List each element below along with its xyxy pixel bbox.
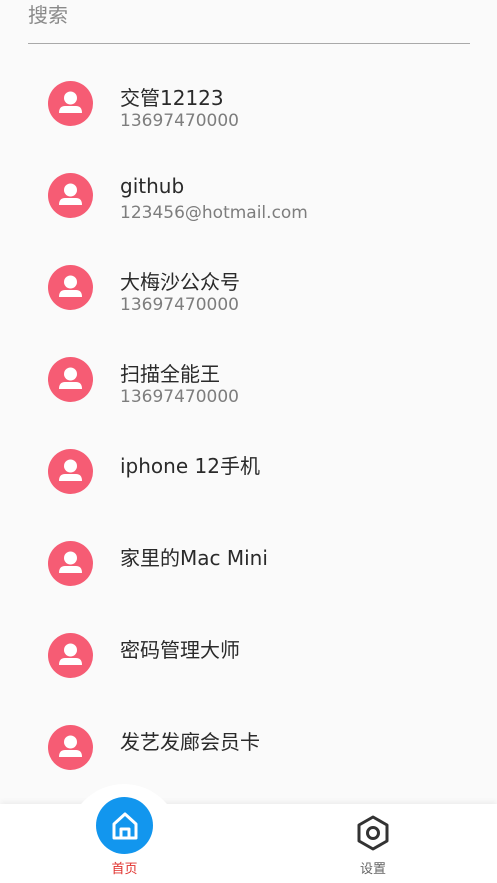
user-avatar-icon [48,81,93,126]
list-item[interactable]: github 123456@hotmail.com [0,150,497,242]
home-icon [112,812,137,839]
item-title: iphone 12手机 [120,454,260,478]
settings-icon [357,815,389,851]
user-avatar-icon [48,357,93,402]
user-avatar-icon [48,173,93,218]
list-item[interactable]: 大梅沙公众号 13697470000 [0,242,497,334]
list-item[interactable]: 发艺发廊会员卡 [0,702,497,794]
tab-home[interactable] [96,797,153,854]
list-item[interactable]: 家里的Mac Mini [0,518,497,610]
list-item[interactable]: 交管12123 13697470000 [0,58,497,150]
item-subtitle: 13697470000 [120,387,239,407]
app-screen: 交管12123 13697470000 github 123456@hotmai… [0,0,497,883]
tab-home-label[interactable]: 首页 [96,858,153,877]
user-avatar-icon [48,265,93,310]
user-avatar-icon [48,449,93,494]
search-bar [28,0,470,44]
user-avatar-icon [48,633,93,678]
search-input[interactable] [28,0,470,30]
account-list: 交管12123 13697470000 github 123456@hotmai… [0,58,497,794]
list-item[interactable]: 扫描全能王 13697470000 [0,334,497,426]
item-title: 扫描全能王 [120,362,220,386]
tab-settings-label[interactable]: 设置 [348,858,398,877]
user-avatar-icon [48,541,93,586]
item-subtitle: 123456@hotmail.com [120,203,308,223]
item-subtitle: 13697470000 [120,295,239,315]
item-title: 家里的Mac Mini [120,546,268,570]
user-avatar-icon [48,725,93,770]
item-subtitle: 13697470000 [120,111,239,131]
item-title: 密码管理大师 [120,638,240,662]
list-item[interactable]: iphone 12手机 [0,426,497,518]
item-title: 大梅沙公众号 [120,270,240,294]
item-title: github [120,174,185,198]
item-title: 交管12123 [120,86,224,110]
list-item[interactable]: 密码管理大师 [0,610,497,702]
tab-settings[interactable] [355,814,391,852]
item-title: 发艺发廊会员卡 [120,730,260,754]
